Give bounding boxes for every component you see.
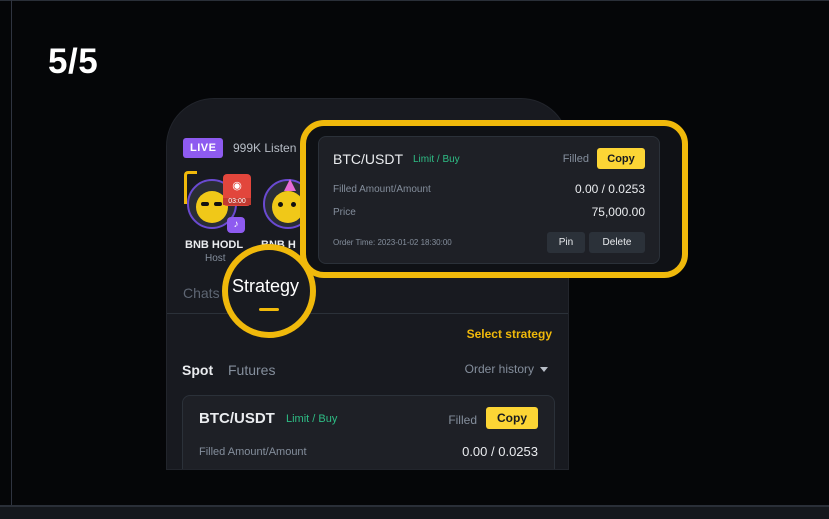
tab-strategy[interactable]: Strategy	[232, 276, 299, 297]
select-strategy-link[interactable]: Select strategy	[467, 327, 552, 341]
tab-spot[interactable]: Spot	[182, 362, 213, 378]
order-status: Filled	[562, 153, 589, 165]
order-history-dropdown[interactable]: Order history	[465, 362, 548, 376]
order-history-label: Order history	[464, 362, 534, 376]
gift-icon: ◉	[232, 180, 242, 192]
sunglasses-icon	[214, 202, 222, 206]
copy-button[interactable]: Copy	[486, 407, 538, 429]
live-badge: LIVE	[183, 138, 224, 158]
listener-count: 999K Listen	[233, 141, 297, 155]
active-tab-indicator	[259, 308, 279, 311]
eye-icon	[291, 202, 296, 207]
filled-amount-value: 0.00 / 0.0253	[462, 444, 538, 459]
frame-left-border	[11, 0, 12, 505]
copy-button[interactable]: Copy	[597, 148, 645, 169]
price-value: 75,000.00	[591, 205, 645, 219]
order-type: Limit / Buy	[413, 154, 460, 165]
gift-badge[interactable]: ◉ 03:00	[223, 174, 251, 206]
trading-pair: BTC/USDT	[333, 151, 403, 167]
frame-top-border	[0, 0, 829, 1]
pin-button[interactable]: Pin	[547, 232, 585, 253]
host-name: BNB HODL	[185, 239, 244, 251]
delete-button[interactable]: Delete	[589, 232, 645, 253]
trading-pair: BTC/USDT	[199, 410, 275, 427]
filled-amount-value: 0.00 / 0.0253	[574, 182, 645, 196]
order-card-zoomed: BTC/USDT Limit / Buy Filled Copy Filled …	[318, 136, 660, 264]
price-label: Price	[333, 207, 356, 218]
caret-down-icon	[540, 367, 548, 373]
tab-chats[interactable]: Chats	[183, 285, 220, 301]
step-indicator: 5/5	[48, 42, 99, 81]
order-time: Order Time: 2023-01-02 18:30:00	[333, 238, 452, 247]
order-card: BTC/USDT Limit / Buy Filled Copy Filled …	[182, 395, 555, 469]
gift-timer: 03:00	[223, 198, 251, 205]
eye-icon	[278, 202, 283, 207]
tab-futures[interactable]: Futures	[228, 362, 275, 378]
host-role: Host	[205, 253, 226, 264]
order-type: Limit / Buy	[286, 413, 338, 425]
sunglasses-icon	[201, 202, 209, 206]
frame-bottom-bar	[0, 505, 829, 519]
microphone-icon: ♪	[227, 217, 245, 233]
party-hat-icon	[284, 179, 296, 191]
order-status: Filled	[448, 413, 477, 427]
filled-amount-label: Filled Amount/Amount	[333, 184, 431, 195]
filled-amount-label: Filled Amount/Amount	[199, 446, 307, 458]
